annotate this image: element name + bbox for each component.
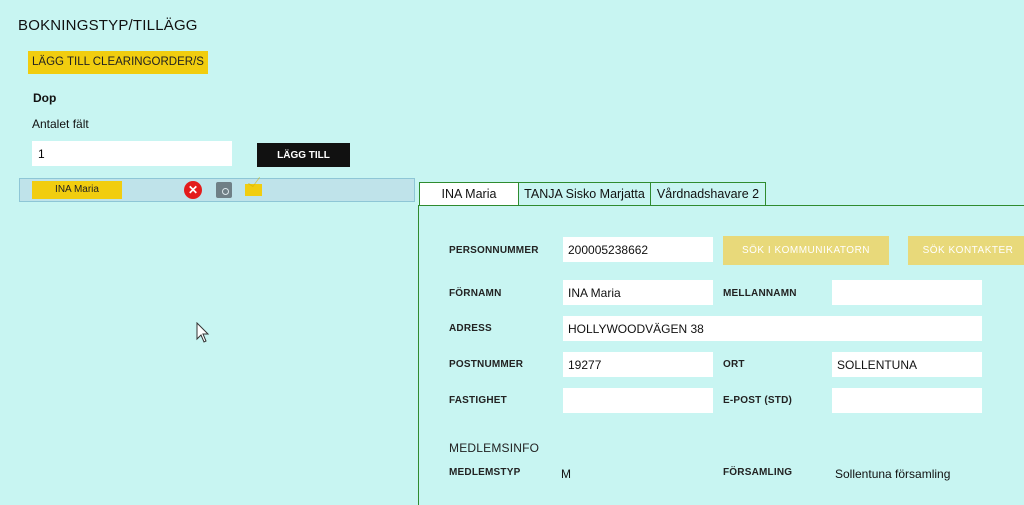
tab-tanja-sisko-marjatta[interactable]: TANJA Sisko Marjatta: [518, 182, 651, 205]
personnummer-input[interactable]: [563, 237, 713, 262]
fornamn-input[interactable]: [563, 280, 713, 305]
search-document-icon[interactable]: [216, 182, 232, 198]
postnummer-input[interactable]: [563, 352, 713, 377]
fastighet-input[interactable]: [563, 388, 713, 413]
postnummer-label: POSTNUMMER: [449, 359, 524, 370]
personnummer-label: PERSONNUMMER: [449, 245, 539, 256]
search-contacts-button[interactable]: SÖK KONTAKTER: [908, 236, 1024, 265]
forsamling-value: Sollentuna församling: [835, 467, 951, 481]
ort-input[interactable]: [832, 352, 982, 377]
mellannamn-label: MELLANNAMN: [723, 288, 797, 299]
medlemstyp-label: MEDLEMSTYP: [449, 467, 521, 478]
close-circle-icon[interactable]: ✕: [184, 181, 202, 199]
search-communicator-button[interactable]: SÖK I KOMMUNIKATORN: [723, 236, 889, 265]
adress-label: ADRESS: [449, 323, 492, 334]
add-button[interactable]: LÄGG TILL: [257, 143, 350, 167]
adress-input[interactable]: [563, 316, 982, 341]
epost-label: E-POST (STD): [723, 395, 793, 406]
fastighet-label: FASTIGHET: [449, 395, 507, 406]
tab-ina-maria[interactable]: INA Maria: [419, 182, 519, 206]
forsamling-label: FÖRSAMLING: [723, 467, 793, 478]
ort-label: ORT: [723, 359, 745, 370]
page-title: BOKNINGSTYP/TILLÄGG: [18, 17, 198, 34]
person-row: INA Maria ✕: [19, 178, 415, 202]
booking-type-heading: Dop: [33, 91, 57, 105]
member-info-heading: MEDLEMSINFO: [449, 441, 540, 455]
mellannamn-input[interactable]: [832, 280, 982, 305]
medlemstyp-value: M: [561, 467, 571, 481]
add-clearing-order-button[interactable]: LÄGG TILL CLEARINGORDER/S: [28, 51, 208, 74]
epost-input[interactable]: [832, 388, 982, 413]
fornamn-label: FÖRNAMN: [449, 288, 502, 299]
field-count-label: Antalet fält: [32, 117, 89, 131]
mouse-cursor-icon: [196, 322, 210, 343]
person-chip[interactable]: INA Maria: [32, 181, 122, 199]
person-form-panel: PERSONNUMMER SÖK I KOMMUNIKATORN SÖK KON…: [418, 205, 1024, 505]
field-count-input[interactable]: [32, 141, 232, 166]
tab-vardnadshavare-2[interactable]: Vårdnadshavare 2: [650, 182, 766, 205]
envelope-icon[interactable]: [245, 184, 262, 196]
